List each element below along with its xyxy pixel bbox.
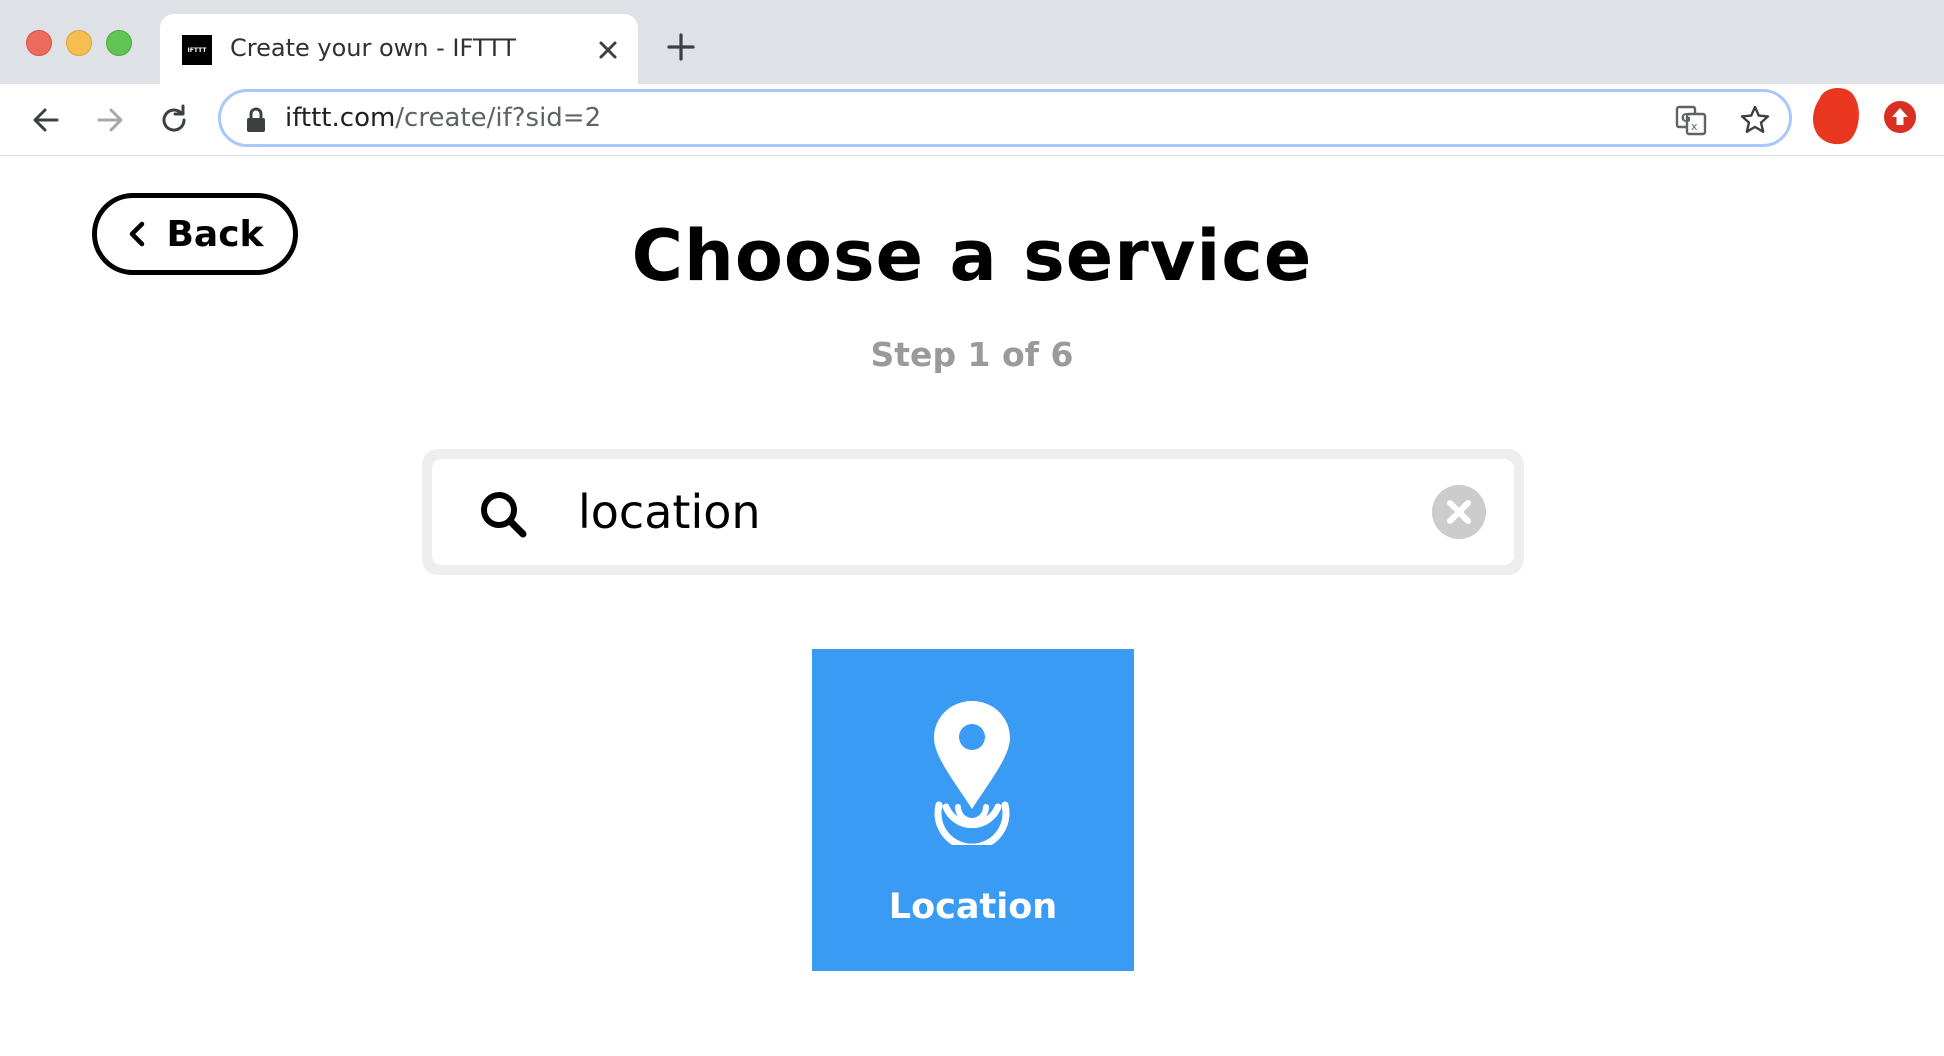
new-tab-plus-icon[interactable] [664,30,698,64]
lock-icon[interactable] [245,107,267,133]
step-indicator: Step 1 of 6 [870,335,1074,374]
search-icon [481,492,527,538]
service-label: Location [888,887,1058,927]
arrow-left-icon[interactable] [28,102,64,138]
translate-icon[interactable]: G x [1675,104,1707,136]
browser-tab-bar: IFTTT Create your own - IFTTT [0,0,1944,84]
address-bar[interactable]: ifttt.com/create/if?sid=2 G x [218,89,1792,147]
browser-toolbar: ifttt.com/create/if?sid=2 G x [0,84,1944,156]
search-input[interactable] [578,477,1378,547]
service-tile-location[interactable]: Location [812,649,1134,971]
page-title: Choose a service [631,215,1313,297]
url-domain: ifttt.com [285,103,396,133]
window-zoom-button[interactable] [106,30,132,56]
location-pin-icon [934,701,1010,845]
arrow-right-icon[interactable] [92,102,128,138]
ifttt-favicon-icon: IFTTT [182,35,212,65]
url-text[interactable]: ifttt.com/create/if?sid=2 [285,103,601,133]
reload-icon[interactable] [156,102,192,138]
window-close-button[interactable] [26,30,52,56]
service-search-inner [432,459,1514,565]
page-content: Back Choose a service Step 1 of 6 Loc [0,157,1944,1056]
star-icon[interactable] [1739,104,1771,136]
tab-title: Create your own - IFTTT [230,34,517,62]
extension-upload-icon[interactable] [1884,101,1916,133]
service-search-box [422,449,1524,575]
browser-tab-active[interactable]: IFTTT Create your own - IFTTT [160,14,638,84]
url-path: /create/if?sid=2 [395,103,602,133]
clear-search-icon[interactable] [1432,485,1486,539]
svg-text:G: G [1681,111,1691,125]
close-icon[interactable] [592,34,624,66]
svg-text:x: x [1691,120,1698,133]
extension-avatar-icon[interactable] [1810,84,1862,146]
window-minimize-button[interactable] [66,30,92,56]
